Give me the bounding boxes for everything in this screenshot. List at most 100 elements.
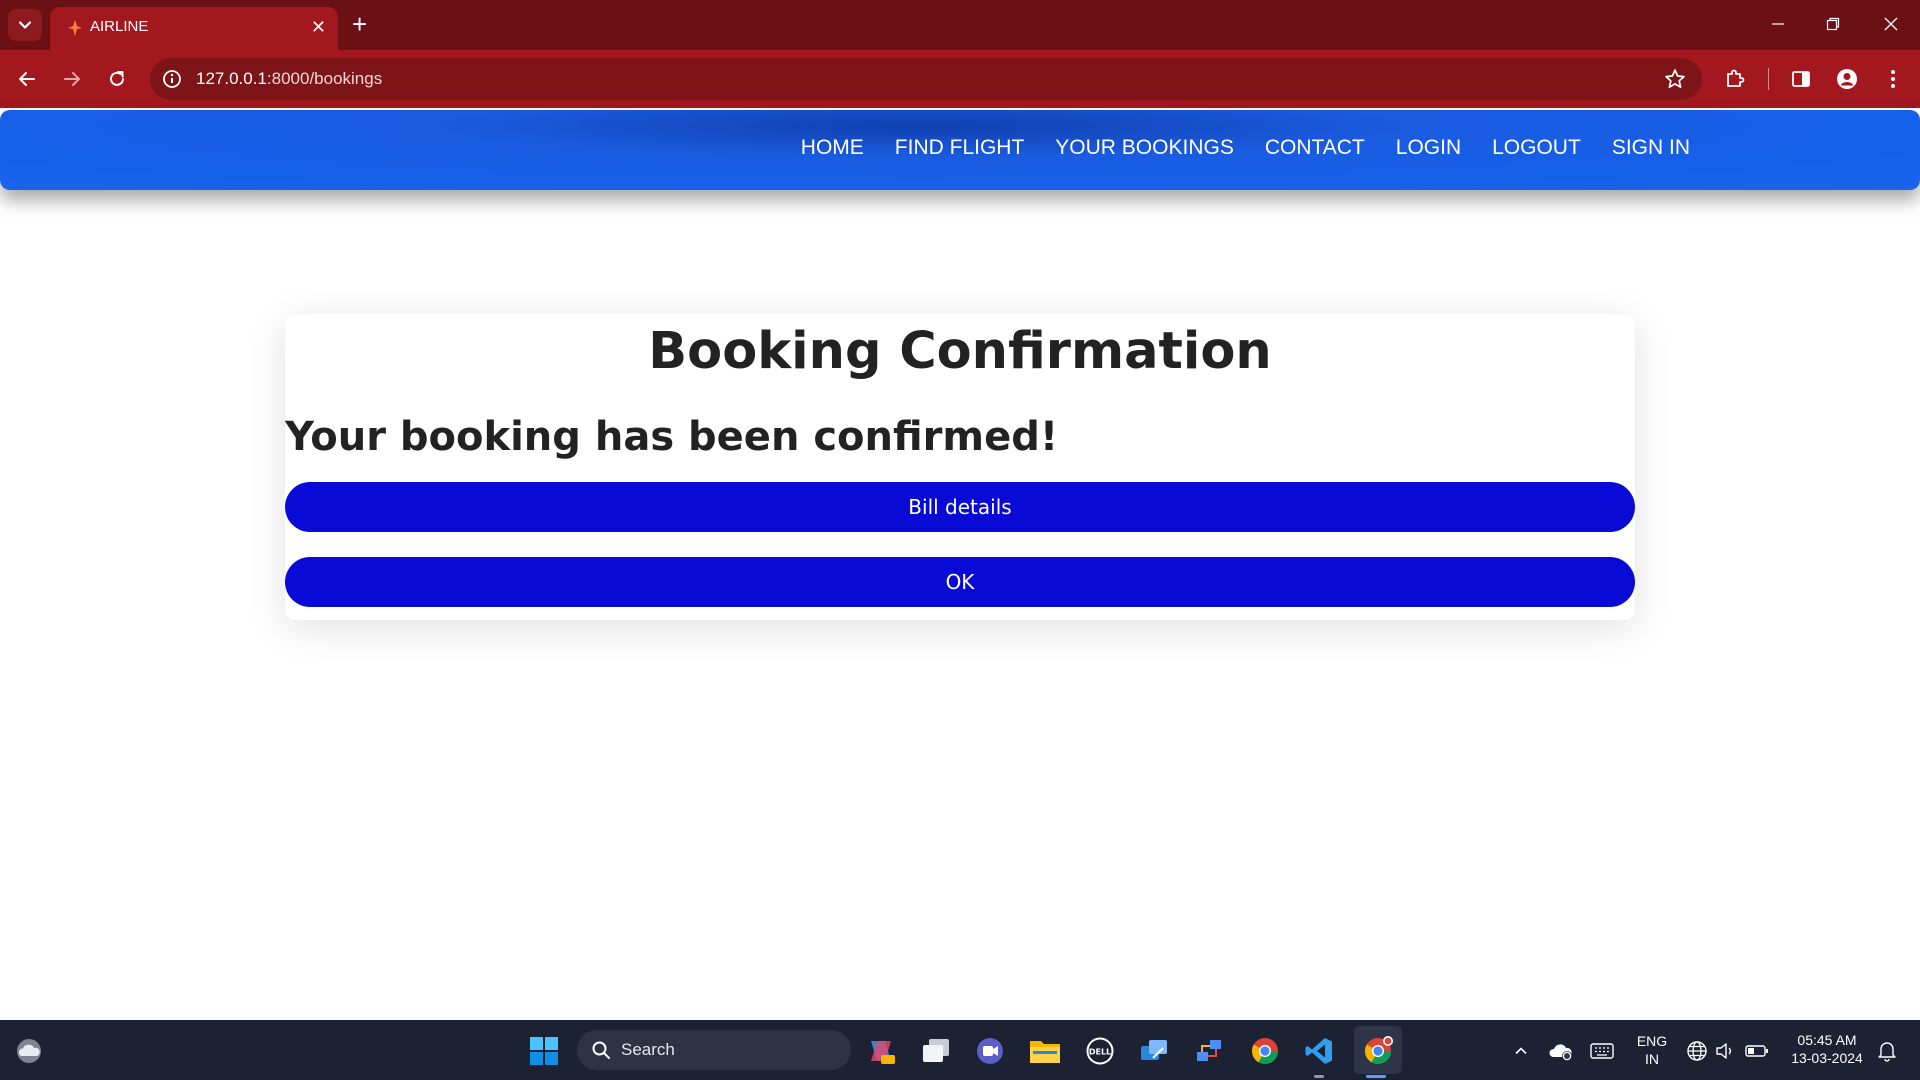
language-indicator[interactable]: ENG IN (1630, 1032, 1674, 1068)
confirmation-message: Your booking has been confirmed! (285, 414, 1059, 460)
touch-keyboard-button[interactable] (1587, 1036, 1617, 1066)
vscode-app[interactable] (1302, 1034, 1336, 1068)
vscode-icon (1305, 1038, 1332, 1064)
speaker-icon (1716, 1043, 1731, 1059)
dell-app[interactable]: DELL (1083, 1034, 1117, 1068)
close-icon (1884, 17, 1898, 31)
chrome-icon (1364, 1036, 1393, 1065)
restore-button[interactable] (1821, 12, 1845, 36)
bell-icon (1878, 1042, 1896, 1062)
video-chat-icon (977, 1038, 1003, 1064)
address-bar[interactable]: 127.0.0.1:8000/bookings (150, 58, 1702, 100)
tab-title: AIRLINE (90, 18, 149, 35)
chrome-running-indicator (1366, 1075, 1386, 1078)
profile-button[interactable] (1834, 66, 1860, 92)
site-navbar: HOME FIND FLIGHT YOUR BOOKINGS CONTACT L… (0, 110, 1920, 190)
page-title: Booking Confirmation (648, 322, 1272, 381)
browser-tab-airline[interactable]: AIRLINE ✕ (50, 7, 338, 50)
profile-avatar-icon (1837, 69, 1857, 89)
task-view-app[interactable] (919, 1034, 953, 1068)
copilot-app[interactable] (864, 1034, 898, 1068)
globe-icon (1687, 1041, 1707, 1061)
clock-date: 13-03-2024 (1791, 1050, 1863, 1066)
bookmark-star-icon[interactable] (1664, 68, 1686, 90)
nav-login[interactable]: LOGIN (1396, 136, 1461, 160)
puzzle-icon (1727, 69, 1745, 87)
copilot-icon (871, 1041, 895, 1064)
side-panel-button[interactable] (1788, 66, 1814, 92)
nav-home[interactable]: HOME (801, 136, 864, 160)
close-window-button[interactable] (1879, 12, 1903, 36)
nav-your-bookings[interactable]: YOUR BOOKINGS (1055, 136, 1234, 160)
browser-toolbar: 127.0.0.1:8000/bookings (0, 50, 1920, 108)
ok-button[interactable]: OK (285, 557, 1635, 607)
minimize-button[interactable] (1766, 12, 1790, 36)
toolbar-divider (1768, 68, 1769, 90)
clock-time: 05:45 AM (1797, 1032, 1857, 1048)
language-code: ENG (1636, 1033, 1668, 1049)
site-info-icon[interactable] (162, 69, 182, 89)
folder-icon (1030, 1041, 1060, 1063)
minimize-icon (1772, 23, 1784, 25)
extensions-button[interactable] (1722, 66, 1748, 92)
windows-logo-icon (530, 1037, 558, 1065)
reload-button[interactable] (104, 66, 130, 92)
network-tray[interactable] (1682, 1036, 1712, 1066)
booking-confirmation-card: Booking Confirmation Your booking has be… (285, 314, 1635, 620)
restore-icon (1826, 17, 1840, 31)
weather-cloud-icon[interactable] (14, 1036, 44, 1064)
teams-app[interactable] (973, 1034, 1007, 1068)
chevron-down-icon (18, 21, 32, 29)
new-tab-button[interactable]: + (352, 11, 367, 37)
network-connect-icon (1197, 1040, 1221, 1061)
remote-desktop-icon (1141, 1040, 1167, 1060)
bill-details-button[interactable]: Bill details (285, 482, 1635, 532)
onedrive-tray[interactable] (1546, 1036, 1576, 1066)
notifications-button[interactable] (1872, 1036, 1902, 1066)
search-placeholder: Search (621, 1040, 675, 1059)
remote-app[interactable] (1137, 1034, 1171, 1068)
region-code: IN (1645, 1051, 1659, 1067)
back-arrow-icon (19, 72, 35, 86)
cloud-sync-icon (1549, 1044, 1572, 1061)
battery-tray[interactable] (1742, 1036, 1772, 1066)
dell-logo-icon: DELL (1086, 1037, 1114, 1065)
url-path: :8000/bookings (266, 69, 383, 88)
browser-menu-button[interactable] (1880, 66, 1906, 92)
show-hidden-icons-button[interactable] (1506, 1036, 1536, 1066)
tab-search-button[interactable] (8, 9, 42, 41)
chevron-up-icon (1515, 1047, 1527, 1055)
more-vertical-icon (1891, 70, 1895, 88)
chrome-active-app[interactable] (1361, 1034, 1395, 1068)
airline-favicon-icon (68, 20, 82, 36)
url-text: 127.0.0.1:8000/bookings (196, 69, 382, 89)
nav-sign-in[interactable]: SIGN IN (1612, 136, 1690, 160)
volume-tray[interactable] (1710, 1036, 1740, 1066)
search-icon (592, 1041, 610, 1059)
nav-contact[interactable]: CONTACT (1265, 136, 1365, 160)
keyboard-icon (1590, 1043, 1614, 1059)
nav-logout[interactable]: LOGOUT (1492, 136, 1581, 160)
nav-links: HOME FIND FLIGHT YOUR BOOKINGS CONTACT L… (801, 136, 1690, 160)
reload-icon (110, 71, 124, 86)
vscode-running-indicator (1314, 1075, 1324, 1078)
chrome-icon (1251, 1038, 1279, 1065)
network-app[interactable] (1192, 1034, 1226, 1068)
battery-icon (1745, 1045, 1768, 1057)
task-view-icon (923, 1039, 949, 1062)
nav-find-flight[interactable]: FIND FLIGHT (895, 136, 1025, 160)
url-host: 127.0.0.1 (196, 69, 267, 88)
svg-text:DELL: DELL (1089, 1048, 1111, 1057)
windows-taskbar: Search DELL ENG IN 05:45 AM 13-03-2024 (0, 1020, 1920, 1080)
taskbar-search[interactable]: Search (577, 1030, 851, 1070)
browser-tab-strip: AIRLINE ✕ + (0, 0, 1920, 50)
forward-arrow-icon (64, 72, 80, 86)
side-panel-icon (1792, 71, 1810, 87)
forward-button[interactable] (59, 66, 85, 92)
tab-close-icon[interactable]: ✕ (311, 17, 326, 37)
clock[interactable]: 05:45 AM 13-03-2024 (1782, 1031, 1872, 1067)
chrome-app[interactable] (1248, 1034, 1282, 1068)
start-button[interactable] (527, 1034, 561, 1068)
back-button[interactable] (14, 66, 40, 92)
file-explorer-app[interactable] (1028, 1034, 1062, 1068)
